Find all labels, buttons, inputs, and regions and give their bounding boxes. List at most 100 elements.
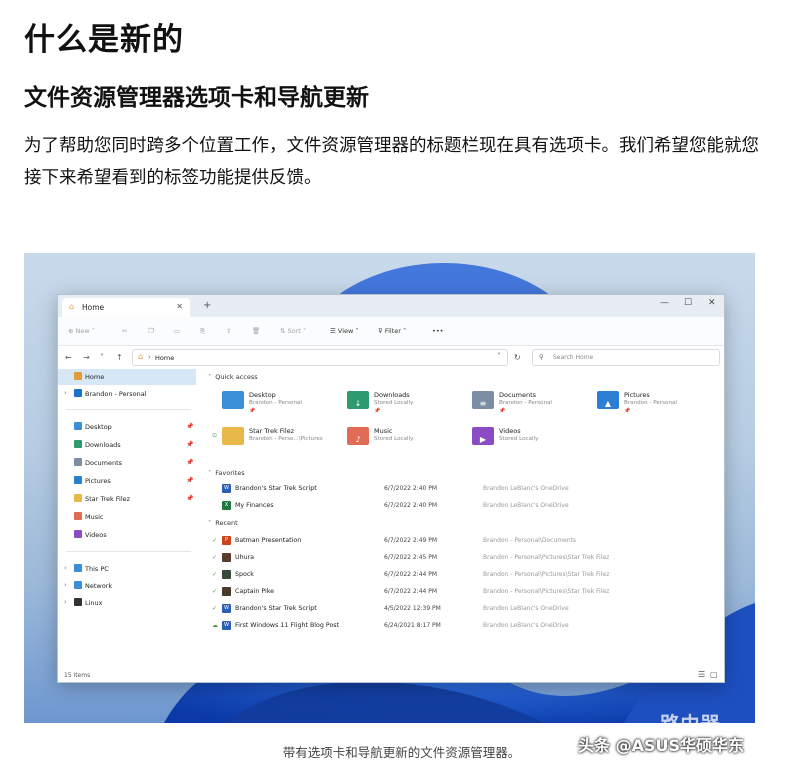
item-location: Brandon - Personal bbox=[249, 400, 302, 406]
file-name: Uhura bbox=[235, 554, 255, 561]
folder-icon bbox=[74, 598, 82, 606]
close-window-button[interactable]: ✕ bbox=[708, 298, 716, 308]
file-row[interactable]: ✓ Spock 6/7/2022 2:44 PM Brandon - Personal… bbox=[202, 567, 722, 583]
home-icon: ⌂ bbox=[69, 302, 75, 311]
sidebar-item-brandon-personal[interactable]: › Brandon - Personal bbox=[58, 386, 196, 402]
section-favorites[interactable]: ˅ Favorites bbox=[208, 469, 245, 477]
view-button[interactable]: ☰ View ˅ bbox=[330, 327, 359, 335]
file-row[interactable]: ✓ Uhura 6/7/2022 2:45 PM Brandon - Personal… bbox=[202, 550, 722, 566]
expand-chevron-icon[interactable]: › bbox=[64, 389, 67, 397]
rename-icon[interactable]: ⎘ bbox=[200, 327, 205, 336]
sidebar-item-desktop[interactable]: Desktop 📌 bbox=[58, 419, 196, 435]
quick-access-item[interactable]: ♪ Music Stored Locally bbox=[347, 425, 467, 453]
more-options-button[interactable]: ••• bbox=[432, 327, 444, 335]
sidebar-item-star-trek-filez[interactable]: Star Trek Filez 📌 bbox=[58, 491, 196, 507]
file-type-icon: W bbox=[222, 604, 231, 613]
sync-status-icon: ✓ bbox=[212, 588, 218, 595]
share-icon[interactable]: ⇪ bbox=[226, 327, 231, 335]
collapse-chevron-icon[interactable]: ˅ bbox=[208, 469, 211, 477]
address-bar[interactable]: ⌂ Home › ˅ bbox=[132, 349, 508, 366]
folder-icon: ▲ bbox=[597, 391, 619, 409]
sidebar-item-music[interactable]: Music bbox=[58, 509, 196, 525]
search-input[interactable]: ⚲ Search Home bbox=[532, 349, 720, 366]
sidebar-item-label: Star Trek Filez bbox=[85, 495, 131, 503]
back-button[interactable]: ← bbox=[65, 353, 72, 362]
sidebar-item-home[interactable]: Home bbox=[58, 369, 196, 385]
quick-access-item[interactable]: ↓ Downloads Stored Locally 📌 bbox=[347, 389, 467, 417]
file-name: Spock bbox=[235, 571, 254, 578]
folder-icon bbox=[74, 530, 82, 538]
pin-icon: 📌 bbox=[499, 408, 506, 414]
quick-access-item[interactable]: ▲ Pictures Brandon - Personal 📌 bbox=[597, 389, 717, 417]
file-row[interactable]: ☁ W First Windows 11 Flight Blog Post 6/24/… bbox=[202, 618, 722, 634]
folder-glyph: ♪ bbox=[355, 435, 361, 444]
collapse-chevron-icon[interactable]: ˅ bbox=[208, 373, 211, 381]
tiles-view-icon[interactable]: ▢ bbox=[710, 670, 718, 679]
file-row[interactable]: ✓ W Brandon's Star Trek Script 4/5/2022 12:… bbox=[202, 601, 722, 617]
file-row[interactable]: ✓ Captain Pike 6/7/2022 2:44 PM Brandon - P… bbox=[202, 584, 722, 600]
sidebar-item-videos[interactable]: Videos bbox=[58, 527, 196, 543]
sidebar-item-label: Downloads bbox=[85, 441, 121, 449]
pin-icon[interactable]: 📌 bbox=[186, 441, 193, 448]
expand-chevron-icon[interactable]: › bbox=[64, 581, 67, 589]
item-location: Stored Locally bbox=[374, 400, 414, 406]
recent-locations-button[interactable]: ˅ bbox=[100, 353, 104, 362]
section-recent[interactable]: ˅ Recent bbox=[208, 519, 238, 527]
pin-icon: 📌 bbox=[374, 408, 381, 414]
paste-icon[interactable]: ▭ bbox=[174, 327, 180, 335]
cut-icon[interactable]: ✂ bbox=[122, 327, 127, 335]
quick-access-item[interactable]: ⊙ Star Trek Filez Brandon - Perso...\Pictu… bbox=[212, 425, 342, 453]
folder-icon: ↓ bbox=[347, 391, 369, 409]
collapse-chevron-icon[interactable]: ˅ bbox=[208, 519, 211, 527]
folder-icon: ≡ bbox=[472, 391, 494, 409]
new-tab-button[interactable]: + bbox=[203, 300, 211, 311]
sidebar-item-linux[interactable]: › Linux bbox=[58, 595, 196, 611]
quick-access-item[interactable]: Desktop Brandon - Personal 📌 bbox=[222, 389, 342, 417]
forward-button[interactable]: → bbox=[83, 353, 90, 362]
expand-chevron-icon[interactable]: › bbox=[64, 564, 67, 572]
filter-button[interactable]: ⊽ Filter ˅ bbox=[378, 327, 406, 335]
quick-access-item[interactable]: ≡ Documents Brandon - Personal 📌 bbox=[472, 389, 592, 417]
expand-chevron-icon[interactable]: › bbox=[64, 598, 67, 606]
section-quick-access[interactable]: ˅ Quick access bbox=[208, 373, 258, 381]
folder-icon bbox=[74, 372, 82, 380]
tab-home[interactable]: ⌂ Home ✕ bbox=[62, 298, 190, 317]
minimize-button[interactable]: — bbox=[660, 298, 669, 308]
up-button[interactable]: ↑ bbox=[116, 353, 123, 362]
sidebar-item-this-pc[interactable]: › This PC bbox=[58, 561, 196, 577]
sidebar-item-label: Linux bbox=[85, 599, 103, 607]
navigation-bar: ← → ˅ ↑ ⌂ Home › ˅ ↻ ⚲ Search Home bbox=[58, 345, 724, 369]
pin-icon[interactable]: 📌 bbox=[186, 423, 193, 430]
pin-icon[interactable]: 📌 bbox=[186, 495, 193, 502]
maximize-button[interactable]: ☐ bbox=[684, 298, 692, 308]
pin-icon[interactable]: 📌 bbox=[186, 459, 193, 466]
sort-button[interactable]: ⇅ Sort ˅ bbox=[280, 327, 306, 335]
item-location: Brandon - Perso...\Pictures bbox=[249, 436, 323, 442]
sidebar-item-label: Brandon - Personal bbox=[85, 390, 147, 398]
file-date: 6/7/2022 2:40 PM bbox=[384, 502, 438, 509]
sidebar-item-documents[interactable]: Documents 📌 bbox=[58, 455, 196, 471]
copy-icon[interactable]: ❐ bbox=[148, 327, 154, 335]
sidebar-item-downloads[interactable]: Downloads 📌 bbox=[58, 437, 196, 453]
file-row[interactable]: X My Finances 6/7/2022 2:40 PM Brandon LeBl… bbox=[202, 498, 722, 514]
file-row[interactable]: W Brandon's Star Trek Script 6/7/2022 2:40… bbox=[202, 481, 722, 497]
sync-status-icon: ✓ bbox=[212, 554, 218, 561]
file-type-icon: X bbox=[222, 501, 231, 510]
folder-icon bbox=[74, 564, 82, 572]
details-view-icon[interactable]: ☰ bbox=[698, 670, 705, 679]
folder-glyph: ▲ bbox=[604, 399, 612, 408]
sidebar-item-network[interactable]: › Network bbox=[58, 578, 196, 594]
pin-icon[interactable]: 📌 bbox=[186, 477, 193, 484]
folder-icon bbox=[74, 440, 82, 448]
new-button[interactable]: ⊕ New ˅ bbox=[68, 327, 95, 335]
file-row[interactable]: ✓ P Batman Presentation 6/7/2022 2:49 PM Bra… bbox=[202, 533, 722, 549]
refresh-button[interactable]: ↻ bbox=[514, 353, 521, 362]
sync-status-icon: ✓ bbox=[212, 571, 218, 578]
delete-icon[interactable]: 🗑 bbox=[252, 327, 260, 335]
quick-access-item[interactable]: ▶ Videos Stored Locally bbox=[472, 425, 592, 453]
address-dropdown-icon[interactable]: ˅ bbox=[497, 352, 501, 361]
close-tab-icon[interactable]: ✕ bbox=[176, 302, 183, 311]
sidebar-item-pictures[interactable]: Pictures 📌 bbox=[58, 473, 196, 489]
file-location: Brandon LeBlanc's OneDrive bbox=[483, 605, 569, 612]
folder-icon bbox=[74, 422, 82, 430]
